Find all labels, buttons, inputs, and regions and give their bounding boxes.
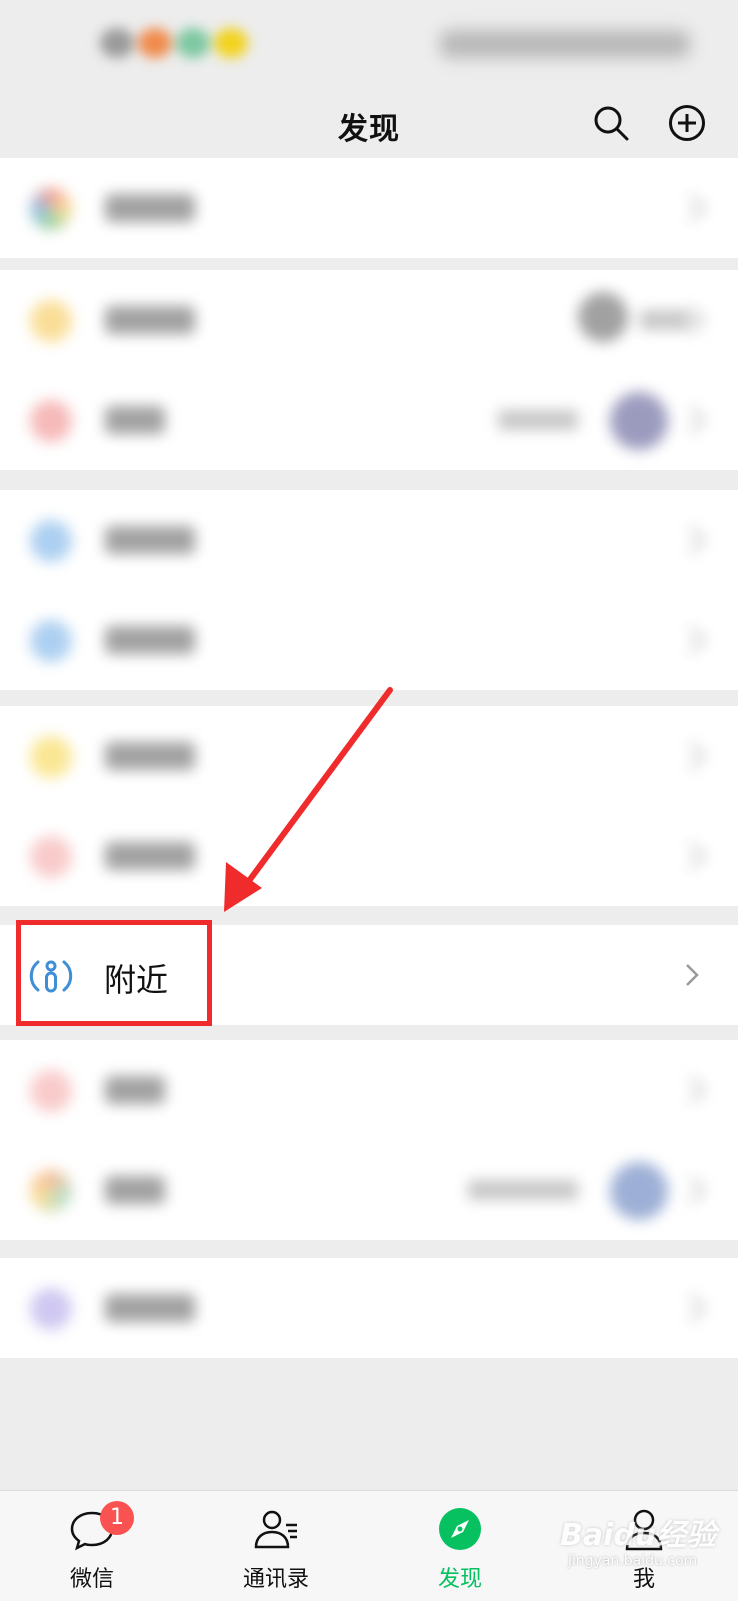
list-item[interactable]: [0, 490, 738, 590]
menu-group: [0, 706, 738, 906]
item-label: [105, 306, 195, 334]
item-icon: [30, 1170, 72, 1212]
menu-group: [0, 1258, 738, 1358]
item-icon: [30, 188, 72, 230]
chevron-right-icon: [686, 964, 699, 986]
item-icon: [30, 1070, 72, 1112]
status-indicators: [100, 28, 300, 58]
tab-chats[interactable]: 1 微信: [0, 1491, 184, 1601]
list-item[interactable]: [0, 158, 738, 258]
item-extra: [498, 410, 578, 430]
item-thumbnail: [610, 392, 668, 450]
item-icon: [30, 520, 72, 562]
tab-label: 通讯录: [242, 1567, 309, 1592]
menu-group: [0, 1040, 738, 1240]
tab-contacts[interactable]: 通讯录: [184, 1491, 368, 1601]
list-item[interactable]: [0, 1040, 738, 1140]
unread-badge: 1: [100, 1501, 134, 1535]
tab-discover[interactable]: 发现: [368, 1491, 552, 1601]
status-time-battery: [440, 30, 690, 58]
nav-bar: 发现: [0, 90, 738, 156]
item-icon: [30, 736, 72, 778]
status-bar: [0, 0, 738, 90]
chevron-right-icon: [677, 193, 707, 223]
item-icon: [30, 1288, 72, 1330]
item-icon: [30, 620, 72, 662]
item-label: [105, 1076, 165, 1104]
item-label: [105, 626, 195, 654]
list-item[interactable]: [0, 706, 738, 806]
list-item[interactable]: [0, 1140, 738, 1240]
list-item[interactable]: [0, 370, 738, 470]
item-extra: [468, 1180, 578, 1200]
item-label: [105, 1294, 195, 1322]
chevron-right-icon: [677, 405, 707, 435]
menu-group: [0, 158, 738, 258]
tab-label: 微信: [69, 1567, 114, 1592]
item-icon: [30, 400, 72, 442]
chevron-right-icon: [677, 1293, 707, 1323]
menu-group: [0, 270, 738, 470]
list-item[interactable]: [0, 270, 738, 370]
add-circle-icon[interactable]: [668, 104, 706, 142]
watermark-url: jingyan.baidu.com: [568, 1553, 698, 1569]
chevron-right-icon: [677, 1175, 707, 1205]
item-thumbnail: [578, 292, 628, 342]
item-label: [105, 842, 195, 870]
item-label: [105, 194, 195, 222]
search-icon[interactable]: [592, 104, 630, 142]
compass-icon: [439, 1508, 481, 1550]
list-item-nearby[interactable]: 附近: [0, 925, 738, 1025]
chevron-right-icon: [677, 625, 707, 655]
item-label: [105, 742, 195, 770]
item-icon: [30, 836, 72, 878]
item-icon: [30, 300, 72, 342]
list-item[interactable]: [0, 590, 738, 690]
contacts-icon: [254, 1510, 297, 1549]
item-label: [105, 1176, 165, 1204]
item-thumbnail: [610, 1162, 668, 1220]
tab-label: 发现: [437, 1567, 482, 1592]
watermark-brand: Baidu经验: [560, 1518, 717, 1553]
item-label: [105, 406, 165, 434]
chevron-right-icon: [677, 525, 707, 555]
list-item[interactable]: [0, 806, 738, 906]
menu-group: [0, 490, 738, 690]
nearby-label: 附近: [104, 961, 169, 999]
list-item[interactable]: [0, 1258, 738, 1358]
chevron-right-icon: [677, 841, 707, 871]
item-label: [105, 526, 195, 554]
chevron-right-icon: [677, 1075, 707, 1105]
nearby-people-icon: [29, 960, 73, 993]
chevron-right-icon: [677, 741, 707, 771]
